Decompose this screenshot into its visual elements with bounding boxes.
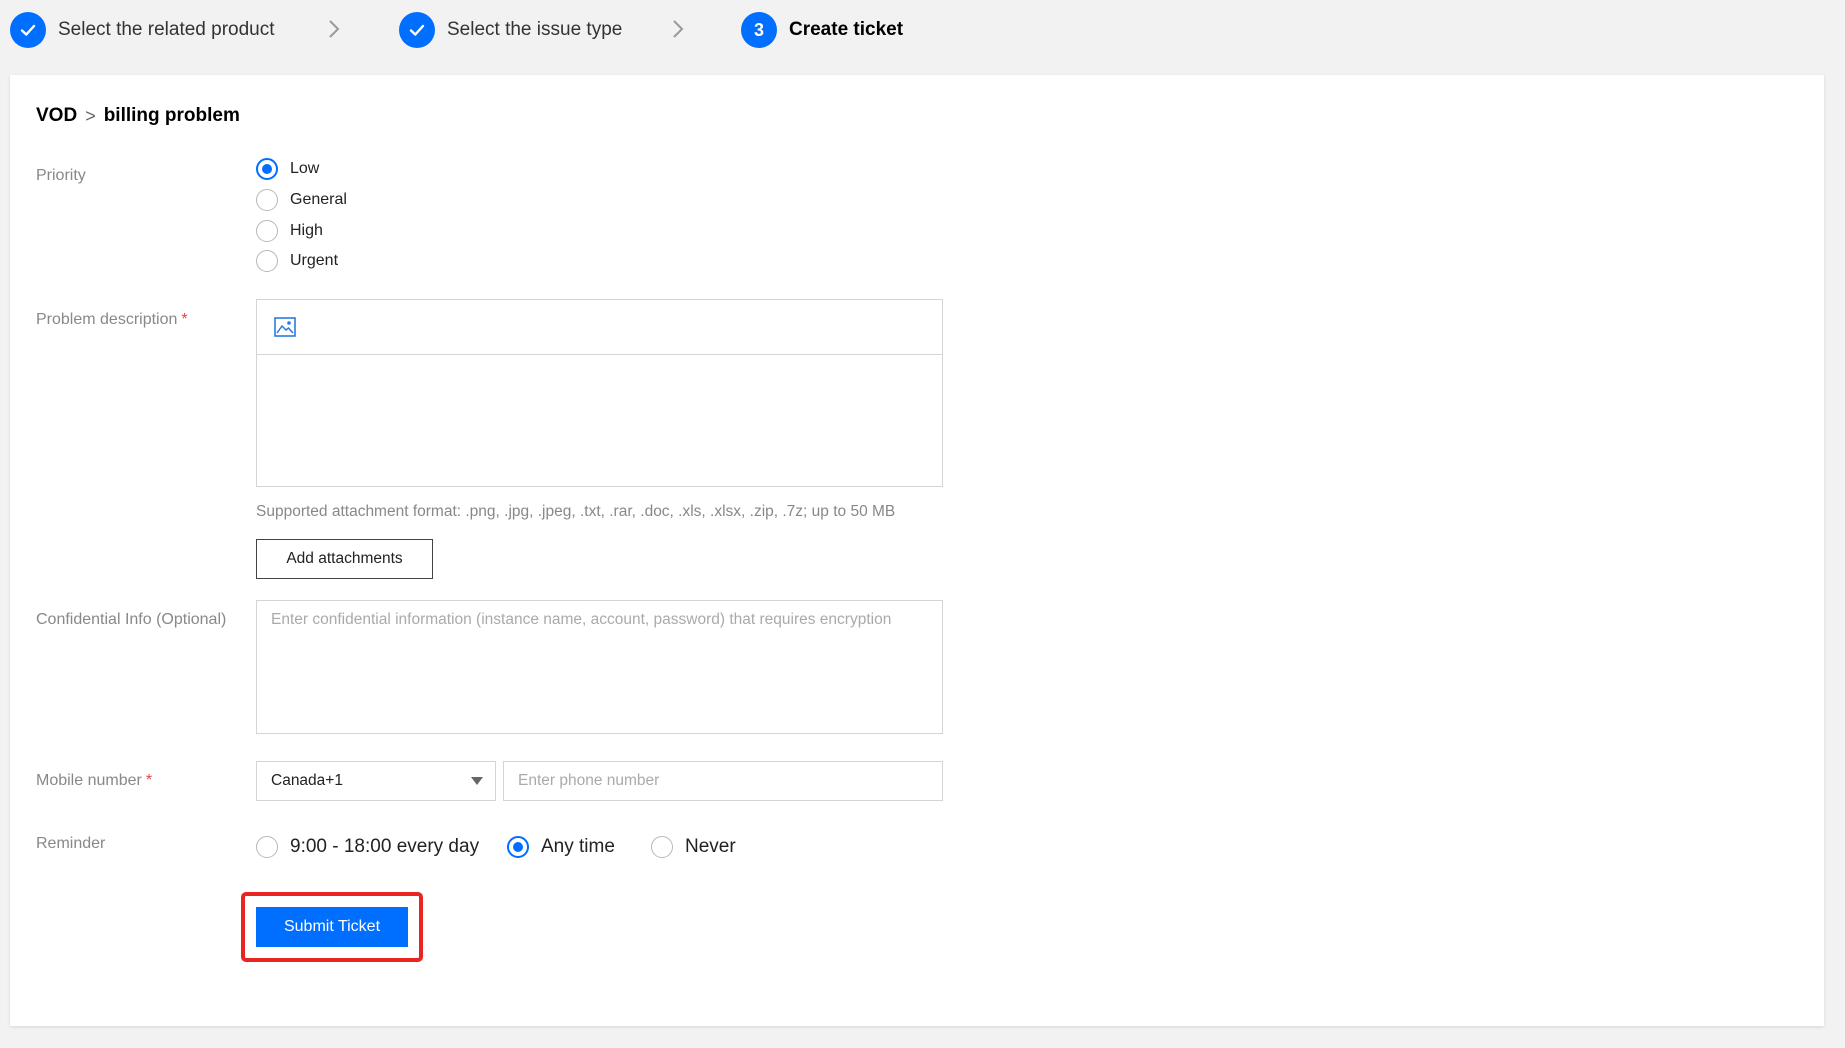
step-select-issue-type[interactable]: Select the issue type [399, 12, 622, 48]
breadcrumb-product: VOD [36, 105, 78, 126]
problem-description-label: Problem description * [36, 311, 188, 329]
radio-label: Never [685, 836, 736, 857]
radio-label: Low [290, 160, 320, 177]
priority-option-low[interactable]: Low [256, 158, 319, 180]
radio-button[interactable] [256, 250, 278, 272]
confidential-info-textarea[interactable]: Enter confidential information (instance… [256, 600, 943, 734]
country-code-select[interactable]: Canada+1 [256, 761, 496, 801]
confidential-info-label: Confidential Info (Optional) [36, 611, 227, 628]
radio-button[interactable] [507, 836, 529, 858]
country-code-value: Canada+1 [271, 772, 343, 789]
step-select-product[interactable]: Select the related product [10, 12, 275, 48]
radio-label: Urgent [290, 252, 339, 269]
mobile-number-label: Mobile number * [36, 772, 152, 790]
field-label-text: Mobile number [36, 772, 142, 789]
reminder-option-never[interactable]: Never [651, 836, 736, 858]
submit-ticket-button[interactable]: Submit Ticket [256, 907, 408, 947]
radio-button[interactable] [256, 158, 278, 180]
required-mark: * [181, 311, 188, 328]
reminder-label: Reminder [36, 835, 106, 852]
step-number-badge: 3 [741, 12, 777, 48]
radio-label: Any time [541, 836, 615, 857]
caret-down-icon [471, 777, 483, 785]
priority-option-high[interactable]: High [256, 220, 323, 242]
radio-button[interactable] [256, 220, 278, 242]
radio-label: 9:00 - 18:00 every day [290, 836, 480, 857]
breadcrumb-separator: > [85, 105, 96, 126]
reminder-option-any-time[interactable]: Any time [507, 836, 615, 858]
step-create-ticket: 3 Create ticket [741, 12, 903, 48]
priority-label: Priority [36, 167, 86, 184]
add-attachments-button[interactable]: Add attachments [256, 539, 433, 579]
required-mark: * [145, 772, 153, 789]
step-label: Create ticket [789, 19, 904, 40]
editor-toolbar [257, 300, 942, 355]
phone-number-input[interactable]: Enter phone number [503, 761, 943, 801]
radio-label: General [290, 191, 347, 208]
breadcrumb-issue: billing problem [103, 105, 240, 126]
step-label: Select the issue type [447, 19, 623, 40]
check-icon [399, 12, 435, 48]
step-label: Select the related product [58, 19, 275, 40]
radio-button[interactable] [256, 836, 278, 858]
field-label-text: Problem description [36, 311, 178, 328]
steps-bar: Select the related product Select the is… [0, 0, 1845, 62]
radio-label: High [290, 222, 323, 239]
ticket-form-card: VOD > billing problem Priority Low Gener… [10, 75, 1824, 1026]
reminder-option-working-hours[interactable]: 9:00 - 18:00 every day [256, 836, 479, 858]
image-icon[interactable] [274, 317, 296, 337]
radio-button[interactable] [256, 189, 278, 211]
problem-description-editor[interactable] [256, 299, 943, 487]
attachment-format-hint: Supported attachment format: .png, .jpg,… [256, 503, 896, 520]
breadcrumb: VOD > billing problem [36, 105, 240, 127]
priority-option-general[interactable]: General [256, 189, 347, 211]
radio-button[interactable] [651, 836, 673, 858]
priority-option-urgent[interactable]: Urgent [256, 250, 338, 272]
chevron-right-icon [327, 18, 341, 40]
chevron-right-icon [671, 18, 685, 40]
check-icon [10, 12, 46, 48]
